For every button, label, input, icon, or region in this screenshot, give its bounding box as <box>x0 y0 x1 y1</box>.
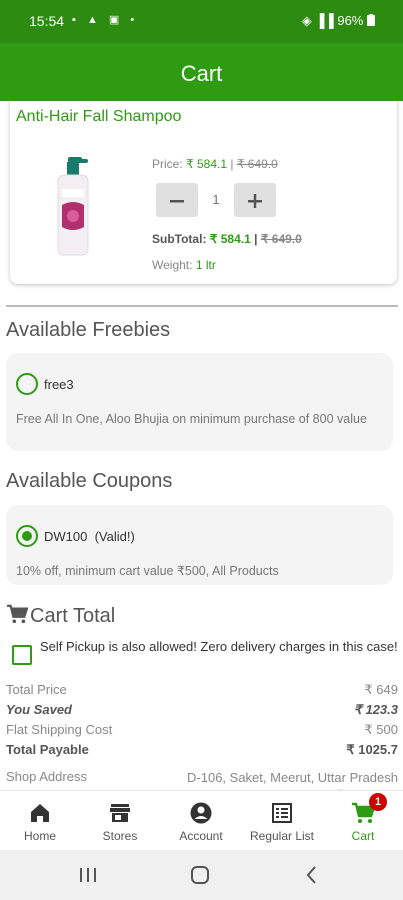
coupon-code: DW100 (Valid!) <box>44 529 135 544</box>
nav-account-label: Account <box>179 829 223 843</box>
battery-icon <box>367 14 375 26</box>
price-line: Price: ₹ 584.1 | ₹ 649.0 <box>152 157 278 171</box>
coupon-card[interactable]: DW100 (Valid!) 10% off, minimum cart val… <box>6 505 393 585</box>
nav-stores-label: Stores <box>102 829 138 843</box>
app-bar: Cart <box>0 43 403 101</box>
divider <box>6 305 398 307</box>
status-time: 15:54 <box>29 13 65 29</box>
nav-cart[interactable]: 1 Cart <box>323 791 403 851</box>
shampoo-bottle-image <box>57 157 89 256</box>
minus-icon <box>170 200 184 203</box>
nav-cart-label: Cart <box>351 829 375 843</box>
freebie-code: free3 <box>44 377 74 392</box>
cart-icon <box>7 604 28 624</box>
quantity-stepper: 1 <box>156 183 276 217</box>
product-card: Anti-Hair Fall Shampoo Price: ₹ 584.1 | … <box>10 101 397 284</box>
cart-total-label: Cart Total <box>30 605 116 627</box>
subtotal-line: SubTotal: ₹ 584.1 | ₹ 649.0 <box>152 232 302 246</box>
coupon-radio[interactable] <box>16 525 38 547</box>
self-pickup-checkbox[interactable] <box>12 645 32 665</box>
battery-level: 96% <box>337 13 364 28</box>
nav-regular-list-label: Regular List <box>249 829 315 843</box>
product-mrp: ₹ 649.0 <box>236 157 278 171</box>
plus-icon <box>248 194 262 208</box>
total-payable-value: ₹ 1025.7 <box>346 742 398 757</box>
weight-value: 1 ltr <box>195 258 216 272</box>
shop-address-value: D-106, Saket, Meerut, Uttar Pradesh 2500… <box>187 770 398 790</box>
account-icon <box>190 802 212 824</box>
nav-stores[interactable]: Stores <box>80 791 160 851</box>
freebies-title: Available Freebies <box>6 319 171 341</box>
nav-regular-list[interactable]: Regular List <box>242 791 322 851</box>
shipping-row: Flat Shipping Cost ₹ 500 <box>6 722 398 742</box>
home-button-icon[interactable] <box>188 864 212 886</box>
self-pickup-text: Self Pickup is also allowed! Zero delive… <box>40 639 398 654</box>
shipping-value: ₹ 500 <box>364 722 398 737</box>
cart-total-title: Cart Total <box>6 604 115 628</box>
weight-label: Weight: <box>152 258 196 272</box>
freebie-radio[interactable] <box>16 373 38 395</box>
store-icon <box>110 804 130 822</box>
coupons-title: Available Coupons <box>6 470 173 492</box>
total-payable-label: Total Payable <box>6 742 89 757</box>
page-title: Cart <box>180 61 223 86</box>
shipping-label: Flat Shipping Cost <box>6 722 113 737</box>
recent-apps-icon[interactable] <box>76 864 100 886</box>
quantity-value: 1 <box>212 192 220 207</box>
bottom-navigation: Home Stores Account Regular List 1 Cart <box>0 790 403 850</box>
decrease-quantity-button[interactable] <box>156 183 198 217</box>
you-saved-label: You Saved <box>6 702 72 717</box>
total-payable-row: Total Payable ₹ 1025.7 <box>6 742 398 762</box>
notification-icons: ▪ ▲ ▣ • <box>72 14 139 26</box>
product-price: ₹ 584.1 <box>186 157 228 171</box>
subtotal-separator: | <box>250 232 261 246</box>
price-label: Price: <box>152 157 187 171</box>
status-right: ◈ ▐▐ 96% <box>302 13 375 29</box>
total-price-row: Total Price ₹ 649 <box>6 682 398 702</box>
back-icon[interactable] <box>300 864 324 886</box>
nav-account[interactable]: Account <box>161 791 241 851</box>
subtotal-value: ₹ 584.1 <box>209 232 251 246</box>
product-name[interactable]: Anti-Hair Fall Shampoo <box>16 108 181 126</box>
subtotal-label: SubTotal: <box>152 232 210 246</box>
freebie-card[interactable]: free3 Free All In One, Aloo Bhujia on mi… <box>6 353 393 451</box>
list-icon <box>272 803 292 823</box>
increase-quantity-button[interactable] <box>234 183 276 217</box>
system-navigation-bar <box>0 850 403 900</box>
home-icon <box>31 804 49 822</box>
cart-content[interactable]: Anti-Hair Fall Shampoo Price: ₹ 584.1 | … <box>0 101 403 790</box>
shop-address-label: Shop Address <box>6 769 87 784</box>
you-saved-value: ₹ 123.3 <box>353 702 398 717</box>
freebie-description: Free All In One, Aloo Bhujia on minimum … <box>16 412 367 426</box>
coupon-description: 10% off, minimum cart value ₹500, All Pr… <box>16 564 279 578</box>
nav-home-label: Home <box>23 829 56 843</box>
subtotal-mrp: ₹ 649.0 <box>260 232 302 246</box>
shop-address-row: Shop Address D-106, Saket, Meerut, Uttar… <box>6 769 398 790</box>
you-saved-row: You Saved ₹ 123.3 <box>6 702 398 722</box>
weight-line: Weight: 1 ltr <box>152 258 216 272</box>
total-price-label: Total Price <box>6 682 67 697</box>
nav-home[interactable]: Home <box>0 791 80 851</box>
total-price-value: ₹ 649 <box>364 682 398 697</box>
status-bar: 15:54 ▪ ▲ ▣ • ◈ ▐▐ 96% <box>0 0 403 43</box>
cart-badge: 1 <box>369 793 387 811</box>
signal-icons: ◈ ▐▐ <box>301 13 338 28</box>
price-separator: | <box>227 157 237 171</box>
